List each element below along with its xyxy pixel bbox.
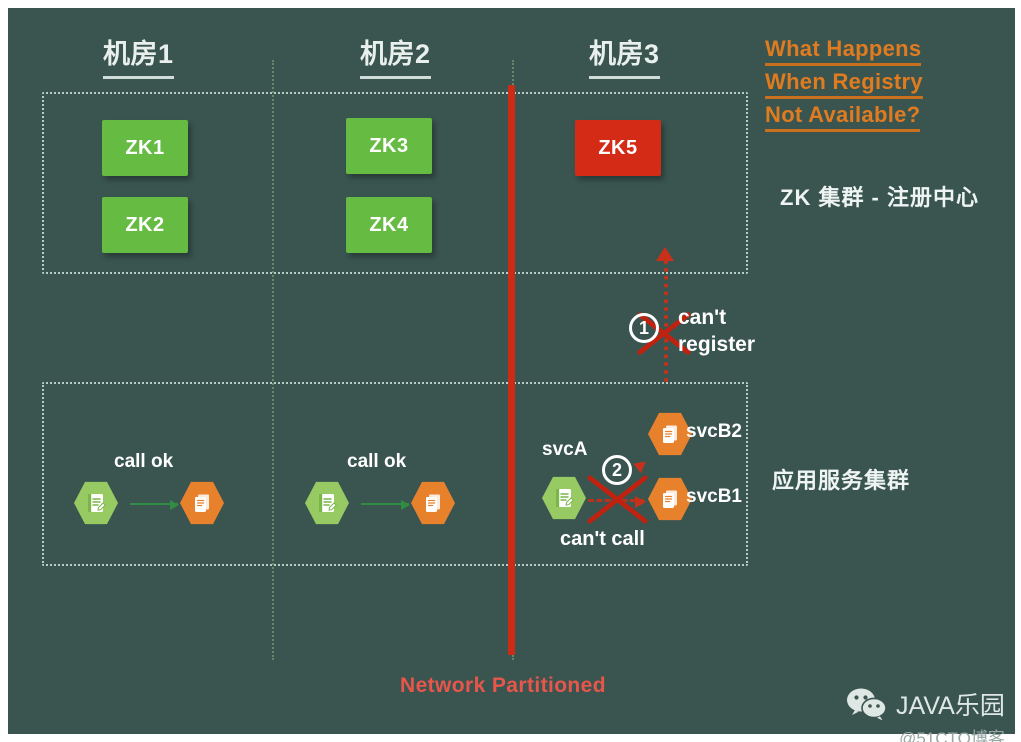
headline-line-1: What Happens	[765, 38, 922, 66]
headline-line-3: Not Available?	[765, 104, 921, 132]
room-title-1: 机房1	[103, 32, 174, 79]
headline-line-2: When Registry	[765, 71, 923, 99]
zk-node-zk5[interactable]: ZK5	[575, 120, 661, 176]
step-1-number: 1	[638, 317, 649, 338]
room-title-3: 机房3	[589, 32, 660, 79]
cant-register-line-2: register	[678, 333, 756, 356]
step-2-number: 2	[611, 459, 622, 480]
watermark-subtitle: @51CTO博客	[899, 729, 1005, 742]
diagram-canvas: 机房1 机房2 机房3 What Happens When Registry N…	[0, 0, 1021, 742]
watermark-name: JAVA乐园	[896, 692, 1005, 720]
zk-node-label: ZK1	[125, 136, 165, 159]
cant-register-label: can't register	[678, 304, 755, 358]
room-title-2: 机房2	[360, 32, 431, 79]
zk-node-label: ZK3	[369, 134, 409, 157]
registry-cluster-caption: ZK 集群 - 注册中心	[780, 185, 979, 210]
room1-call-status-label: call ok	[114, 451, 174, 472]
watermark: JAVA乐园 @51CTO博客	[846, 686, 1005, 742]
zk-node-label: ZK2	[125, 213, 165, 236]
step-2-badge: 2	[602, 455, 632, 485]
diagram-background: 机房1 机房2 机房3 What Happens When Registry N…	[8, 8, 1015, 742]
room3-service-b1-label: svcB1	[686, 486, 742, 507]
step-1-badge: 1	[629, 313, 659, 343]
network-partition-line	[508, 85, 515, 655]
cant-call-label: can't call	[560, 528, 645, 550]
zk-node-label: ZK5	[598, 136, 638, 159]
zk-node-zk2[interactable]: ZK2	[102, 197, 188, 253]
cant-register-line-1: can't	[678, 306, 727, 329]
network-partition-caption: Network Partitioned	[400, 674, 606, 697]
zk-node-zk3[interactable]: ZK3	[346, 118, 432, 174]
wechat-icon	[847, 688, 887, 720]
headline-title: What Happens When Registry Not Available…	[765, 38, 923, 137]
zk-node-label: ZK4	[369, 213, 409, 236]
room3-service-a-label: svcA	[542, 439, 588, 460]
register-arrow-head-icon	[656, 247, 674, 261]
room3-service-b2-label: svcB2	[686, 421, 742, 442]
room2-call-arrow	[361, 500, 410, 510]
zk-node-zk1[interactable]: ZK1	[102, 120, 188, 176]
zk-node-zk4[interactable]: ZK4	[346, 197, 432, 253]
room1-call-arrow	[130, 500, 179, 510]
service-cluster-caption: 应用服务集群	[772, 468, 911, 493]
room2-call-status-label: call ok	[347, 451, 407, 472]
